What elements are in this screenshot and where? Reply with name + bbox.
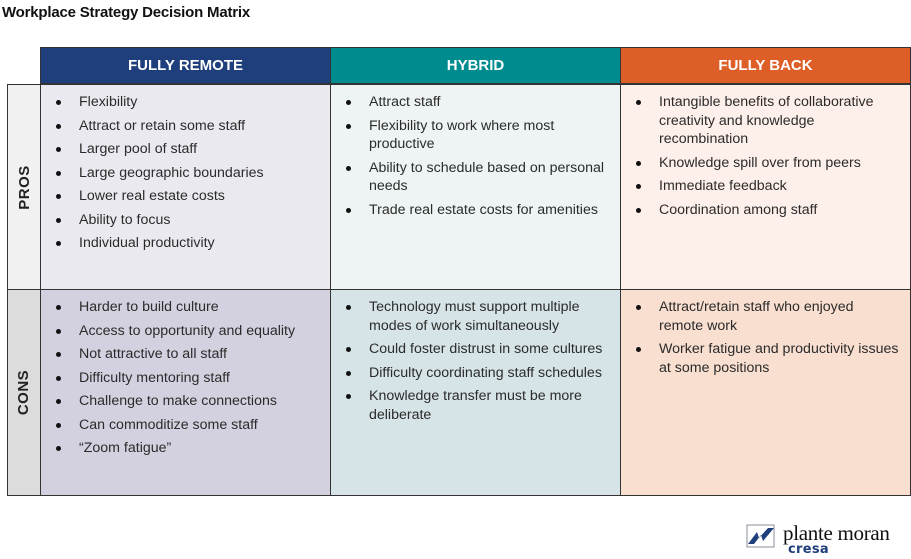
list-item: Could foster distrust in some cultures <box>343 340 610 359</box>
list-item: Ability to focus <box>53 211 320 230</box>
list-item: Worker fatigue and productivity issues a… <box>633 340 900 377</box>
cell-cons-fully-remote: Harder to build culture Access to opportu… <box>40 289 331 496</box>
logo-sub: cresa <box>788 542 829 557</box>
list-item: Attract or retain some staff <box>53 117 320 136</box>
list-item: Ability to schedule based on personal ne… <box>343 159 610 196</box>
list-item: Challenge to make connections <box>53 392 320 411</box>
row-header-pros: PROS <box>7 84 41 290</box>
bullet-list: Harder to build culture Access to opportu… <box>53 298 320 458</box>
company-logo: plante moran cresa <box>746 521 911 559</box>
list-item: Individual productivity <box>53 234 320 253</box>
list-item: Immediate feedback <box>633 177 900 196</box>
list-item: Trade real estate costs for amenities <box>343 201 610 220</box>
cell-pros-fully-back: Intangible benefits of collaborative cre… <box>620 84 911 290</box>
list-item: Lower real estate costs <box>53 187 320 206</box>
cell-pros-fully-remote: Flexibility Attract or retain some staff L… <box>40 84 331 290</box>
cell-pros-hybrid: Attract staff Flexibility to work where m… <box>330 84 621 290</box>
list-item: Knowledge transfer must be more delibera… <box>343 387 610 424</box>
bullet-list: Flexibility Attract or retain some staff L… <box>53 93 320 253</box>
list-item: Access to opportunity and equality <box>53 322 320 341</box>
list-item: Attract staff <box>343 93 610 112</box>
bullet-list: Technology must support multiple modes o… <box>343 298 610 424</box>
list-item: “Zoom fatigue” <box>53 439 320 458</box>
row-header-cons: CONS <box>7 289 41 496</box>
list-item: Can commoditize some staff <box>53 416 320 435</box>
list-item: Large geographic boundaries <box>53 164 320 183</box>
list-item: Flexibility <box>53 93 320 112</box>
row-header-pros-label: PROS <box>15 164 33 210</box>
bullet-list: Attract/retain staff who enjoyed remote … <box>633 298 900 377</box>
bullet-list: Attract staff Flexibility to work where m… <box>343 93 610 219</box>
list-item: Larger pool of staff <box>53 140 320 159</box>
list-item: Intangible benefits of collaborative cre… <box>633 93 900 149</box>
list-item: Flexibility to work where most productiv… <box>343 117 610 154</box>
bullet-list: Intangible benefits of collaborative cre… <box>633 93 900 219</box>
list-item: Knowledge spill over from peers <box>633 154 900 173</box>
list-item: Technology must support multiple modes o… <box>343 298 610 335</box>
page-title: Workplace Strategy Decision Matrix <box>2 4 251 21</box>
list-item: Difficulty coordinating staff schedules <box>343 364 610 383</box>
column-header-hybrid: HYBRID <box>330 47 621 84</box>
plante-moran-logo-icon <box>746 524 775 548</box>
list-item: Attract/retain staff who enjoyed remote … <box>633 298 900 335</box>
list-item: Coordination among staff <box>633 201 900 220</box>
list-item: Harder to build culture <box>53 298 320 317</box>
cell-cons-hybrid: Technology must support multiple modes o… <box>330 289 621 496</box>
decision-matrix: FULLY REMOTE HYBRID FULLY BACK PROS CONS… <box>7 47 911 496</box>
cell-cons-fully-back: Attract/retain staff who enjoyed remote … <box>620 289 911 496</box>
column-header-fully-remote: FULLY REMOTE <box>40 47 331 84</box>
row-header-cons-label: CONS <box>15 369 33 416</box>
list-item: Not attractive to all staff <box>53 345 320 364</box>
column-header-fully-back: FULLY BACK <box>620 47 911 84</box>
list-item: Difficulty mentoring staff <box>53 369 320 388</box>
